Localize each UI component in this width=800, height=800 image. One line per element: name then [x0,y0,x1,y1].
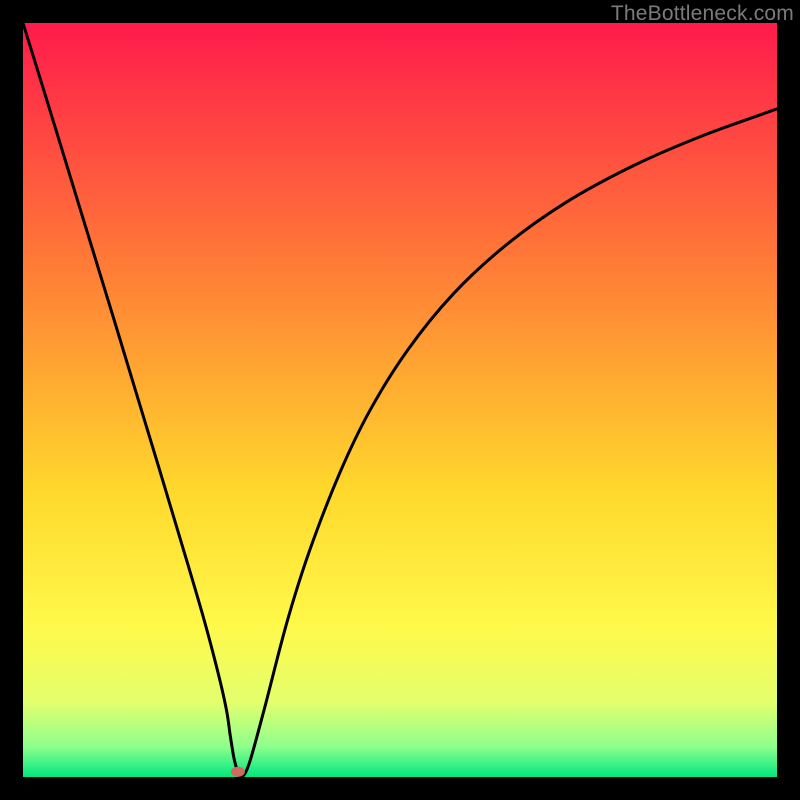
optimal-point-marker [231,767,245,777]
watermark-text: TheBottleneck.com [611,2,794,26]
chart-frame [23,23,777,777]
gradient-background [23,23,777,777]
bottleneck-chart [23,23,777,777]
